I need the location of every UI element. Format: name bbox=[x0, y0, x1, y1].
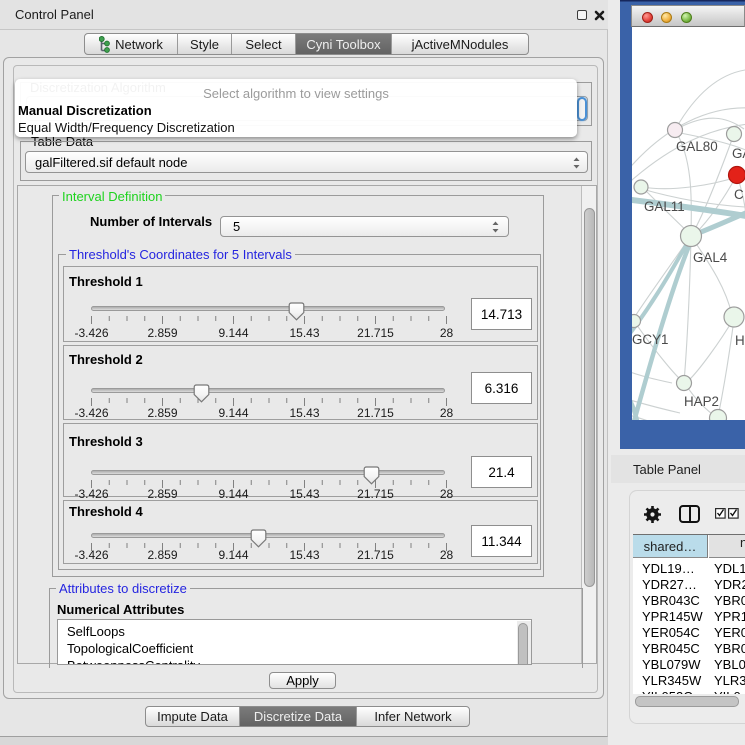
svg-text:H: H bbox=[735, 333, 745, 348]
svg-text:GAL80: GAL80 bbox=[676, 139, 718, 154]
svg-text:GA: GA bbox=[732, 146, 745, 161]
svg-text:GAL4: GAL4 bbox=[693, 250, 728, 265]
svg-text:GAL11: GAL11 bbox=[644, 199, 685, 214]
svg-text:HAP2: HAP2 bbox=[684, 394, 719, 409]
svg-text:C: C bbox=[734, 187, 744, 202]
svg-text:GCY1: GCY1 bbox=[632, 332, 668, 347]
